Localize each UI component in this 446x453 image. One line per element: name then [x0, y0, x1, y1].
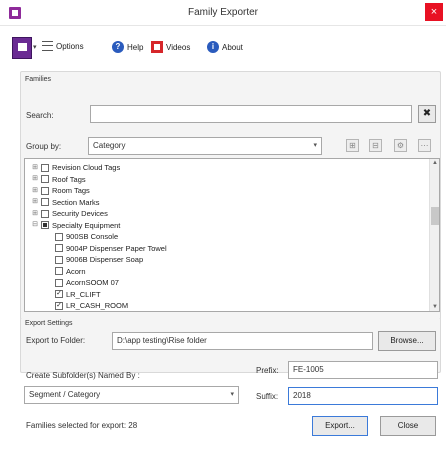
subfolders-label: Create Subfolder(s) Named By :	[26, 371, 140, 380]
tree-item[interactable]: ⊞ Room Tags	[31, 185, 90, 196]
chevron-down-icon[interactable]: ▾	[33, 43, 37, 51]
window-close-button[interactable]: ×	[425, 3, 443, 21]
export-mode-flag-icon[interactable]	[12, 37, 32, 59]
tree-item-label: Specialty Equipment	[52, 220, 121, 230]
about-button[interactable]: i About	[207, 41, 243, 53]
chevron-down-icon: ▾	[230, 391, 234, 398]
family-tree[interactable]: ⊞ Revision Cloud Tags ⊞ Roof Tags ⊞ Room Tags…	[24, 158, 440, 312]
options-list-icon	[42, 41, 53, 51]
tree-item-label: Revision Cloud Tags	[52, 163, 121, 172]
expand-node-icon[interactable]: ⊞	[31, 175, 39, 183]
scroll-up-icon[interactable]: ▲	[430, 160, 439, 166]
expand-node-icon[interactable]: ⊞	[31, 187, 39, 195]
tree-item[interactable]: ⊞ Roof Tags	[31, 174, 86, 185]
tree-item-checkbox[interactable]: ✓	[55, 290, 63, 298]
videos-button[interactable]: Videos	[151, 41, 190, 53]
tree-item-label: 900SB Console	[66, 232, 119, 241]
tree-item-label: 9004P Dispenser Paper Towel	[66, 243, 167, 253]
group-by-value: Category	[93, 141, 126, 150]
expand-node-icon[interactable]: ⊞	[31, 164, 39, 172]
families-group-label: Families	[24, 76, 53, 83]
videos-label: Videos	[166, 42, 191, 52]
tree-item-checkbox[interactable]	[55, 232, 63, 241]
tree-item[interactable]: ✓ LR_CLIFT	[55, 289, 101, 300]
tree-scrollbar[interactable]: ▲ ▼	[429, 159, 439, 311]
tree-item-label: Security Devices	[52, 209, 108, 218]
tree-item-checkbox[interactable]: ✓	[55, 301, 63, 310]
scroll-thumb[interactable]	[431, 207, 439, 225]
tree-item-checkbox[interactable]	[41, 186, 49, 195]
video-play-icon	[151, 41, 163, 53]
tree-item-label: Section Marks	[52, 197, 100, 207]
options-button[interactable]: Options	[42, 41, 84, 51]
tree-item-checkbox[interactable]	[41, 209, 49, 218]
title-bar: Family Exporter ×	[0, 0, 446, 26]
tree-item-label: Acorn	[66, 266, 86, 276]
prefix-label: Prefix:	[256, 366, 279, 375]
tree-item-label: AcornSOOM 07	[66, 278, 119, 287]
options-label: Options	[56, 41, 84, 51]
tree-item-label: Roof Tags	[52, 174, 86, 184]
tree-item[interactable]: 9006B Dispenser Soap	[55, 254, 143, 265]
expand-node-icon[interactable]: ⊞	[31, 210, 39, 218]
tree-item-label: LR_CASH_ROOM	[66, 301, 129, 310]
suffix-label: Suffix:	[256, 392, 279, 401]
help-icon: ?	[112, 41, 124, 53]
tree-item[interactable]: 9004P Dispenser Paper Towel	[55, 243, 167, 254]
tree-item-checkbox[interactable]	[55, 255, 63, 264]
toolbar: ▾ Options ? Help Videos i About	[12, 35, 442, 63]
help-label: Help	[127, 42, 144, 52]
export-button[interactable]: Export...	[312, 416, 368, 436]
collapse-all-icon[interactable]: ⊟	[369, 139, 382, 152]
tree-item[interactable]: AcornSOOM 07	[55, 277, 119, 288]
prefix-input[interactable]: FE-1005	[288, 361, 438, 379]
chevron-down-icon: ▾	[313, 142, 317, 149]
tree-item-checkbox[interactable]	[55, 278, 63, 287]
expand-node-icon[interactable]: ⊞	[31, 198, 39, 206]
group-by-label: Group by:	[26, 142, 62, 151]
selection-status: Families selected for export: 28	[26, 421, 138, 430]
search-input[interactable]	[90, 105, 412, 123]
about-info-icon: i	[207, 41, 219, 53]
export-settings-group-label: Export Settings	[24, 320, 74, 327]
close-button[interactable]: Close	[380, 416, 436, 436]
scroll-down-icon[interactable]: ▼	[430, 304, 439, 310]
tree-item[interactable]: Acorn	[55, 266, 86, 277]
tree-item[interactable]: ⊞ Revision Cloud Tags	[31, 162, 120, 173]
expand-all-icon[interactable]: ⊞	[346, 139, 359, 152]
tree-item[interactable]: ✓ LR_CASH_ROOM	[55, 300, 128, 311]
tree-item[interactable]: ⊞ Section Marks	[31, 197, 100, 208]
suffix-input[interactable]: 2018	[288, 387, 438, 405]
settings-gear-icon[interactable]: ⚙	[394, 139, 407, 152]
tree-item-checkbox[interactable]	[55, 267, 63, 275]
clear-search-button[interactable]: ✖	[418, 105, 436, 123]
help-button[interactable]: ? Help	[112, 41, 143, 53]
tree-item-checkbox[interactable]	[41, 198, 49, 206]
tree-item-checkbox[interactable]	[41, 221, 49, 229]
tree-item-label: LR_CLIFT	[66, 289, 101, 299]
tree-item-checkbox[interactable]	[55, 244, 63, 252]
subfolders-value: Segment / Category	[29, 390, 101, 399]
export-folder-input[interactable]: D:\app testing\Rise folder	[112, 332, 373, 350]
more-options-icon[interactable]: ⋯	[418, 139, 431, 152]
export-folder-label: Export to Folder:	[26, 336, 86, 345]
tree-item-checkbox[interactable]	[41, 175, 49, 183]
tree-item-label: 9006B Dispenser Soap	[66, 255, 144, 264]
window-title: Family Exporter	[187, 7, 258, 18]
search-label: Search:	[26, 111, 54, 120]
about-label: About	[222, 42, 243, 52]
browse-button[interactable]: Browse...	[378, 331, 436, 351]
tree-item[interactable]: ⊟ Specialty Equipment	[31, 220, 120, 231]
tree-item[interactable]: ⊞ Security Devices	[31, 208, 108, 219]
tree-item-label: Room Tags	[52, 186, 90, 195]
tree-item[interactable]: 900SB Console	[55, 231, 118, 242]
tree-item-checkbox[interactable]	[41, 163, 49, 172]
collapse-node-icon[interactable]: ⊟	[31, 221, 39, 229]
subfolders-select[interactable]: Segment / Category ▾	[24, 386, 239, 404]
group-by-select[interactable]: Category ▾	[88, 137, 322, 155]
